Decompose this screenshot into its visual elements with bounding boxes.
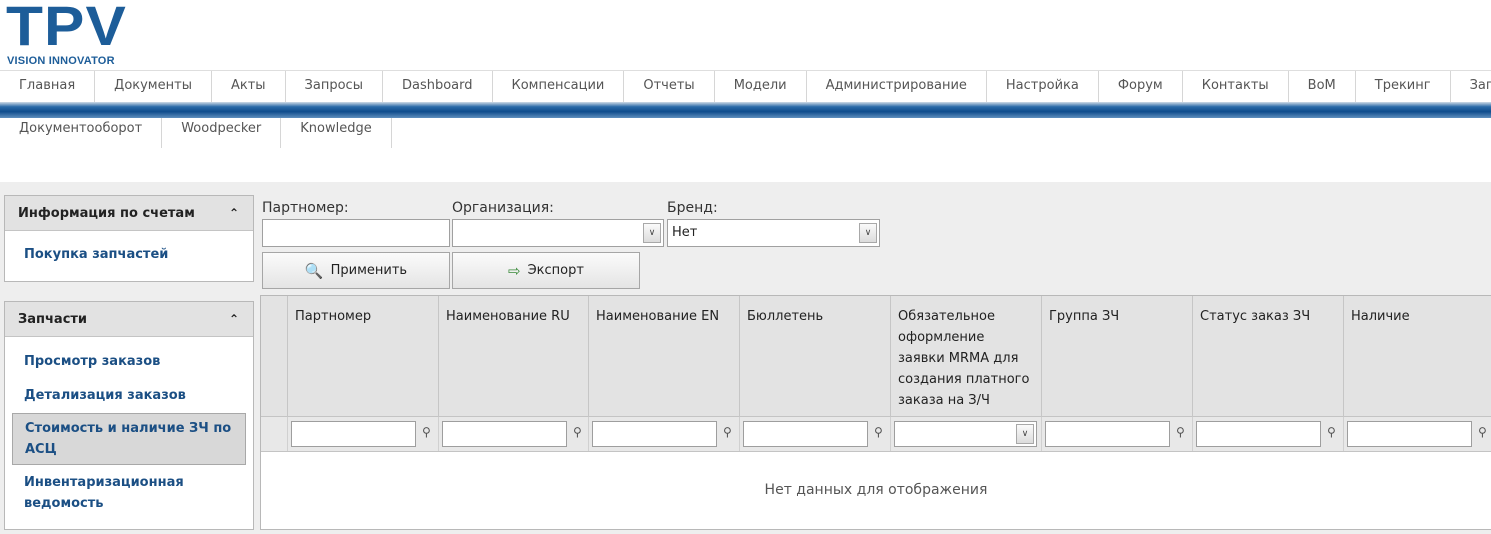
filter-input[interactable] (1347, 421, 1472, 447)
brand-select[interactable]: Нет ∨ (667, 219, 880, 247)
logo[interactable]: TPV VISION INNOVATOR (6, 0, 146, 68)
empty-grid-message: Нет данных для отображения (764, 482, 988, 498)
grid-header: Партномер Наименование RU Наименование E… (261, 296, 1491, 417)
column-header-availability[interactable]: Наличие (1343, 296, 1491, 417)
column-header-parts-group[interactable]: Группа ЗЧ (1041, 296, 1192, 417)
brand-label: Бренд: (667, 200, 718, 216)
pin-filter-icon[interactable]: ⚲ (1327, 425, 1336, 439)
nav-item-documents[interactable]: Документы (95, 71, 212, 102)
filter-input[interactable] (592, 421, 717, 447)
filter-input[interactable] (1045, 421, 1170, 447)
magnifier-icon: 🔍 (304, 261, 324, 280)
filter-input[interactable] (291, 421, 416, 447)
panel-title: Информация по счетам (18, 206, 195, 221)
filter-input[interactable] (1196, 421, 1321, 447)
sidebar-link-inventory-statement[interactable]: Инвентаризационная ведомость (5, 472, 253, 514)
panel-header[interactable]: Запчасти ⌃ (5, 302, 253, 337)
pin-filter-icon[interactable]: ⚲ (1176, 425, 1185, 439)
nav-item-forum[interactable]: Форум (1099, 71, 1183, 102)
column-header-name-en[interactable]: Наименование EN (588, 296, 739, 417)
chevron-double-up-icon[interactable]: ⌃ (229, 196, 239, 231)
filter-cell-mrma-required: ∨ (890, 417, 1041, 451)
column-header-mrma-required[interactable]: Обязательное оформление заявки MRMA для … (890, 296, 1041, 417)
organization-label: Организация: (452, 200, 554, 216)
column-header-order-status[interactable]: Статус заказ ЗЧ (1192, 296, 1343, 417)
logo-text: TPV (6, 0, 127, 57)
nav-item-acts[interactable]: Акты (212, 71, 286, 102)
nav-item-contacts[interactable]: Контакты (1183, 71, 1289, 102)
nav-item-settings[interactable]: Настройка (987, 71, 1099, 102)
main-nav: Главная Документы Акты Запросы Dashboard… (0, 70, 1491, 102)
sidebar-link-order-details[interactable]: Детализация заказов (5, 385, 253, 406)
filter-input[interactable] (442, 421, 567, 447)
filter-cell-name-ru: ⚲ (438, 417, 589, 451)
pin-filter-icon[interactable]: ⚲ (573, 425, 582, 439)
nav-item-compensations[interactable]: Компенсации (493, 71, 625, 102)
panel-title: Запчасти (18, 312, 88, 327)
filter-cell-bulletin: ⚲ (739, 417, 890, 451)
sidebar-link-parts-cost-availability[interactable]: Стоимость и наличие ЗЧ по АСЦ (12, 413, 246, 465)
secondary-nav: Документооборот Woodpecker Knowledge (0, 118, 392, 148)
pin-filter-icon[interactable]: ⚲ (723, 425, 732, 439)
column-header-partnumber[interactable]: Партномер (287, 296, 438, 417)
filter-cell-name-en: ⚲ (588, 417, 739, 451)
nav-item-dashboard[interactable]: Dashboard (383, 71, 493, 102)
pin-filter-icon[interactable]: ⚲ (1478, 425, 1487, 439)
pin-filter-icon[interactable]: ⚲ (874, 425, 883, 439)
nav-divider-bar (0, 102, 1491, 118)
nav-item-document-flow[interactable]: Документооборот (0, 118, 163, 148)
chevron-down-icon[interactable]: ∨ (643, 223, 661, 243)
filter-cell-order-status: ⚲ (1192, 417, 1343, 451)
nav-item-bom[interactable]: BoM (1289, 71, 1356, 102)
spare-parts-panel: Запчасти ⌃ Просмотр заказов Детализация … (4, 301, 254, 530)
column-header-bulletin[interactable]: Бюллетень (739, 296, 890, 417)
parts-grid: Партномер Наименование RU Наименование E… (260, 295, 1491, 530)
nav-item-requests[interactable]: Запросы (286, 71, 383, 102)
nav-item-administration[interactable]: Администрирование (807, 71, 987, 102)
chevron-double-up-icon[interactable]: ⌃ (229, 302, 239, 337)
chevron-down-icon[interactable]: ∨ (859, 223, 877, 243)
invoice-info-panel: Информация по счетам ⌃ Покупка запчастей (4, 195, 254, 282)
nav-item-knowledge[interactable]: Knowledge (281, 118, 392, 148)
apply-button[interactable]: 🔍 Применить (262, 252, 450, 289)
filter-cell-partnumber: ⚲ (287, 417, 438, 451)
filter-cell-parts-group: ⚲ (1041, 417, 1192, 451)
partnumber-label: Партномер: (262, 200, 349, 216)
partnumber-input[interactable] (262, 219, 450, 247)
nav-item-home[interactable]: Главная (0, 71, 96, 102)
nav-item-spare-parts[interactable]: Запчасти (1451, 71, 1491, 102)
pin-filter-icon[interactable]: ⚲ (422, 425, 431, 439)
grid-filter-row: ⚲ ⚲ ⚲ ⚲ ∨ ⚲ ⚲ ⚲ (261, 417, 1491, 452)
organization-select[interactable]: ∨ (452, 219, 664, 247)
nav-item-tracking[interactable]: Трекинг (1356, 71, 1451, 102)
logo-tagline: VISION INNOVATOR (7, 55, 115, 67)
nav-item-woodpecker[interactable]: Woodpecker (162, 118, 282, 148)
export-button[interactable]: ⇨ Экспорт (452, 252, 640, 289)
sidebar-link-view-orders[interactable]: Просмотр заказов (5, 351, 253, 372)
filter-input[interactable] (743, 421, 868, 447)
brand-value: Нет (672, 225, 698, 240)
apply-button-label: Применить (330, 263, 408, 278)
export-button-label: Экспорт (527, 263, 584, 278)
nav-item-reports[interactable]: Отчеты (624, 71, 715, 102)
nav-item-models[interactable]: Модели (715, 71, 807, 102)
chevron-down-icon[interactable]: ∨ (1016, 424, 1034, 444)
sidebar-link-parts-purchase[interactable]: Покупка запчастей (5, 244, 253, 265)
column-header-name-ru[interactable]: Наименование RU (438, 296, 589, 417)
filter-select[interactable]: ∨ (894, 421, 1037, 447)
filter-cell-availability: ⚲ (1343, 417, 1491, 451)
export-icon: ⇨ (508, 261, 521, 280)
panel-header[interactable]: Информация по счетам ⌃ (5, 196, 253, 231)
